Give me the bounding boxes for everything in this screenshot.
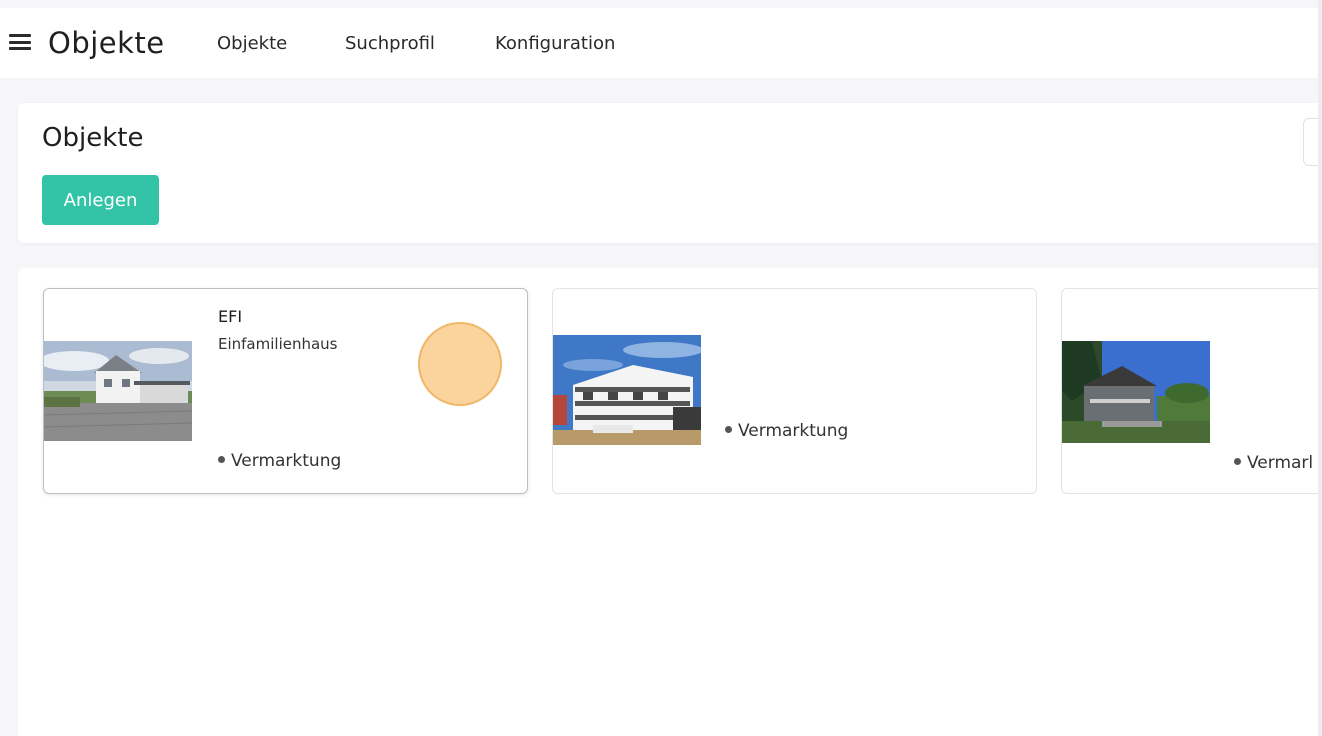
status-label: Vermarktung: [218, 451, 341, 471]
nav-suchprofil[interactable]: Suchprofil: [345, 33, 435, 54]
object-image-wooden-house: [1062, 341, 1210, 451]
nav-objekte[interactable]: Objekte: [217, 33, 287, 54]
page-header-card: Objekte Anlegen: [18, 103, 1318, 243]
nav-konfiguration[interactable]: Konfiguration: [495, 33, 615, 54]
click-indicator-icon: [418, 322, 502, 406]
object-type: Einfamilienhaus: [218, 335, 338, 353]
status-dot-icon: [1234, 457, 1241, 465]
top-navigation-bar: Objekte Objekte Suchprofil Konfiguration: [0, 8, 1318, 78]
status-dot-icon: [725, 425, 732, 433]
status-dot-icon: [218, 455, 225, 463]
app-window: Objekte Objekte Suchprofil Konfiguration…: [0, 0, 1322, 736]
page-title: Objekte: [42, 123, 144, 153]
object-image-apartment: [553, 335, 701, 445]
object-card[interactable]: Vermarktung: [552, 288, 1037, 494]
status-label: Vermarl: [1234, 453, 1313, 473]
object-image-house: [44, 341, 192, 451]
app-title: Objekte: [48, 26, 165, 60]
hamburger-menu-icon[interactable]: [9, 34, 31, 50]
status-label: Vermarktung: [725, 421, 848, 441]
object-list: EFI Einfamilienhaus Vermarktung Vermarkt…: [18, 268, 1322, 736]
window-edge: [1318, 0, 1322, 736]
create-button[interactable]: Anlegen: [42, 175, 159, 225]
object-card[interactable]: Vermarl: [1061, 288, 1322, 494]
object-title: EFI: [218, 307, 243, 326]
filter-widget-partial[interactable]: [1303, 118, 1318, 166]
